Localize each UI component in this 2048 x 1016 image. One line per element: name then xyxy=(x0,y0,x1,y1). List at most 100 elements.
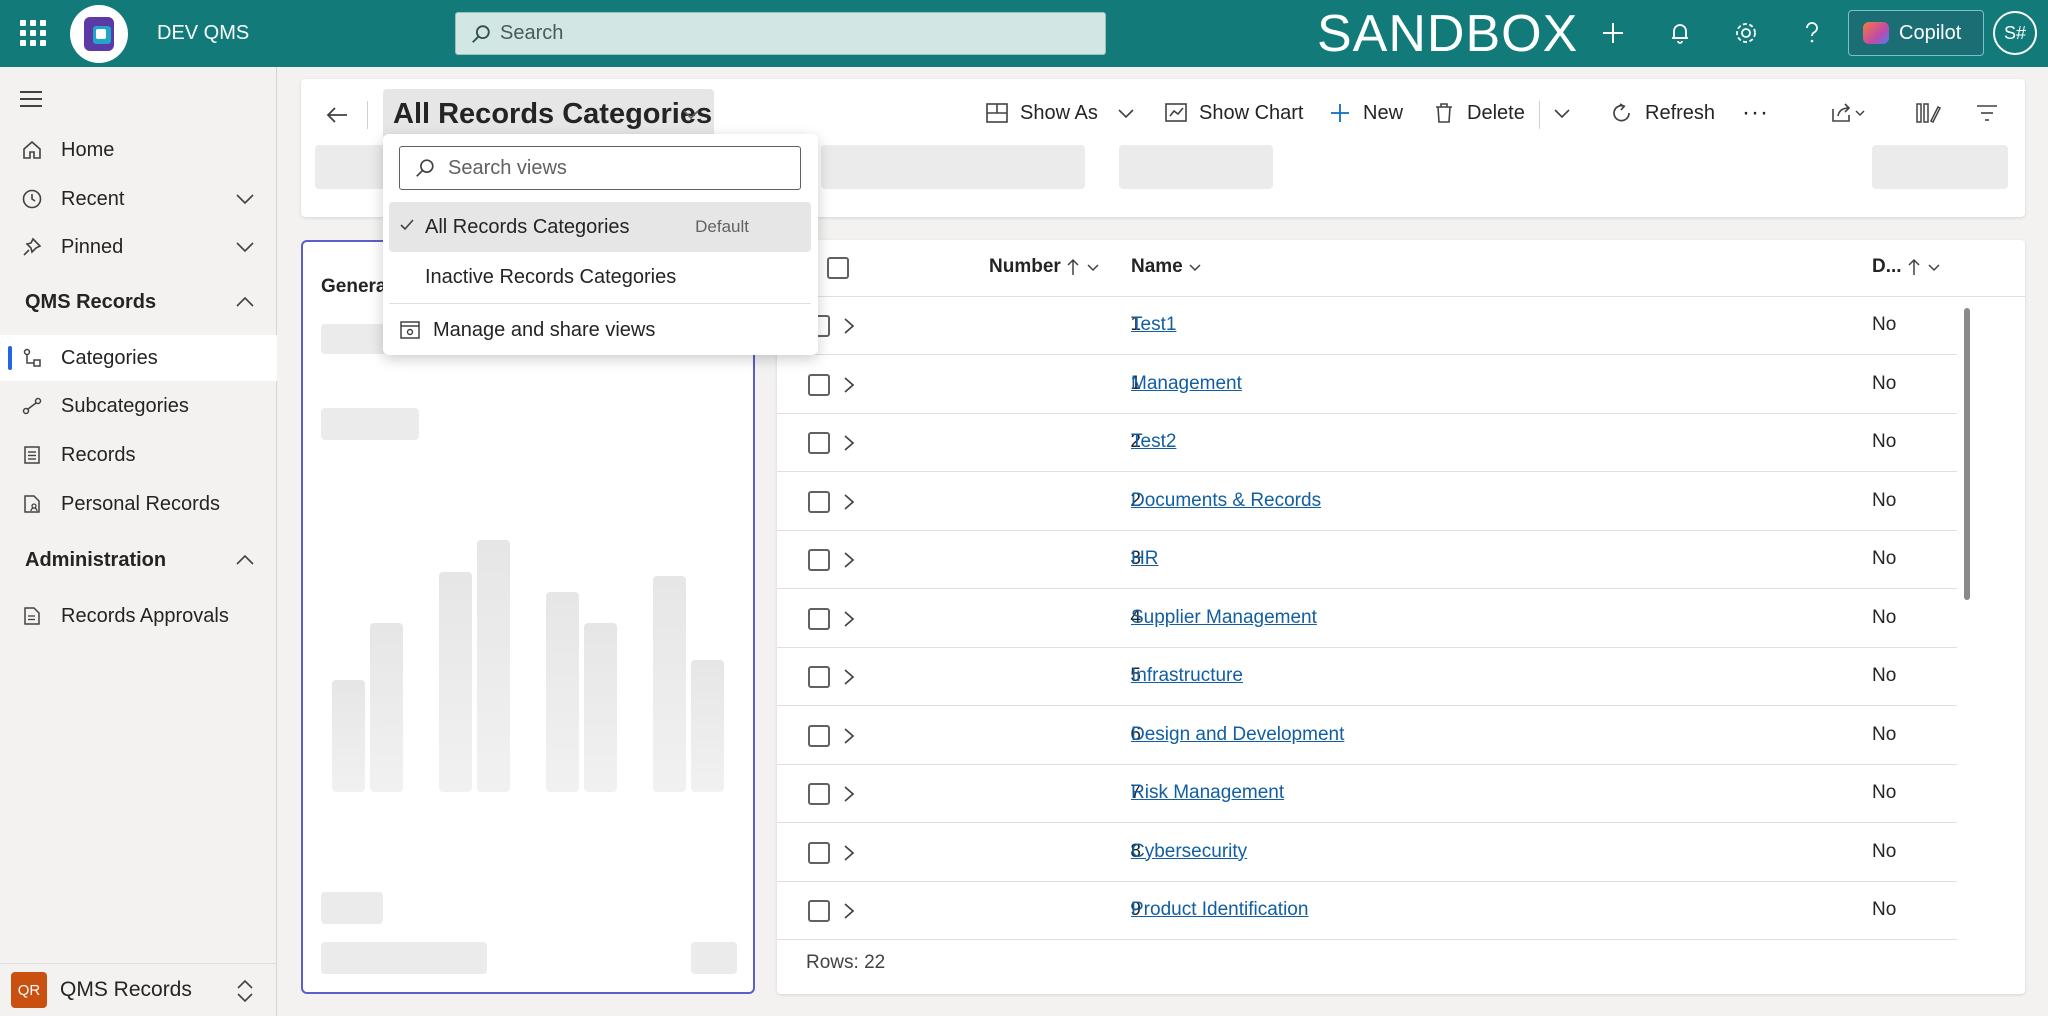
table-row[interactable]: 5 Infrastructure No xyxy=(777,648,1957,706)
chevron-right-icon[interactable] xyxy=(839,725,859,747)
sidebar-item-records-approvals[interactable]: Records Approvals xyxy=(0,593,277,639)
table-row[interactable]: 9 Product Identification No xyxy=(777,882,1957,940)
cell-name-link[interactable]: Infrastructure xyxy=(1131,665,1243,687)
table-row[interactable]: 4 Supplier Management No xyxy=(777,590,1957,648)
global-search-input[interactable]: Search xyxy=(455,12,1106,55)
vertical-scrollbar[interactable] xyxy=(1964,308,1970,600)
cell-name-link[interactable]: HR xyxy=(1131,548,1158,570)
chevron-right-icon[interactable] xyxy=(839,432,859,454)
chevron-right-icon[interactable] xyxy=(839,783,859,805)
chevron-right-icon[interactable] xyxy=(839,374,859,396)
hamburger-menu-icon[interactable] xyxy=(20,91,42,107)
section-header-administration[interactable]: Administration xyxy=(0,537,277,583)
cell-name-link[interactable]: Test2 xyxy=(1131,431,1176,453)
copilot-button[interactable]: Copilot xyxy=(1848,10,1984,56)
chevron-right-icon[interactable] xyxy=(839,900,859,922)
cell-name-link[interactable]: Cybersecurity xyxy=(1131,841,1247,863)
edit-columns-button[interactable] xyxy=(1915,93,1941,133)
row-checkbox[interactable] xyxy=(808,783,830,805)
new-button[interactable]: New xyxy=(1327,93,1403,133)
chevron-down-icon[interactable] xyxy=(233,235,257,259)
view-option-all-records-categories[interactable]: All Records Categories Default xyxy=(389,202,811,252)
sidebar-item-recent[interactable]: Recent xyxy=(0,176,277,222)
row-checkbox[interactable] xyxy=(808,549,830,571)
share-button[interactable] xyxy=(1830,93,1866,133)
table-row[interactable]: 7 Risk Management No xyxy=(777,765,1957,823)
app-logo[interactable] xyxy=(70,5,128,63)
view-option-inactive-records-categories[interactable]: Inactive Records Categories xyxy=(389,252,811,302)
cell-name-link[interactable]: Design and Development xyxy=(1131,724,1344,746)
table-row[interactable]: 1 Test1 No xyxy=(777,297,1957,355)
app-name[interactable]: DEV QMS xyxy=(157,22,249,45)
chevron-right-icon[interactable] xyxy=(839,491,859,513)
user-avatar[interactable]: S# xyxy=(1993,11,2037,55)
table-row[interactable]: 1 Management No xyxy=(777,356,1957,414)
chevron-right-icon[interactable] xyxy=(839,315,859,337)
cell-name-link[interactable]: Test1 xyxy=(1131,314,1176,336)
app-launcher-icon[interactable] xyxy=(20,20,46,46)
row-checkbox[interactable] xyxy=(808,607,830,630)
table-row[interactable]: 6 Design and Development No xyxy=(777,707,1957,765)
chevron-down-icon[interactable] xyxy=(233,187,257,211)
sidebar-item-pinned[interactable]: Pinned xyxy=(0,224,277,270)
manage-and-share-views-button[interactable]: Manage and share views xyxy=(399,310,655,350)
overflow-more-button[interactable]: ··· xyxy=(1742,93,1769,133)
refresh-button[interactable]: Refresh xyxy=(1609,93,1715,133)
notifications-bell-icon[interactable] xyxy=(1665,18,1695,48)
sidebar-item-personal-records[interactable]: Personal Records xyxy=(0,481,277,527)
sidebar-item-records[interactable]: Records xyxy=(0,432,277,478)
settings-gear-icon[interactable] xyxy=(1731,18,1761,48)
chevron-down-icon xyxy=(683,110,699,120)
new-label: New xyxy=(1363,101,1404,124)
area-switcher[interactable]: QR QMS Records xyxy=(0,963,277,1016)
chevron-up-icon[interactable] xyxy=(233,548,257,572)
table-row[interactable]: 2 Test2 No xyxy=(777,414,1957,472)
section-header-qms-records[interactable]: QMS Records xyxy=(0,279,277,325)
row-checkbox[interactable] xyxy=(808,724,830,747)
records-grid: Number Name D... 1 Test1 No 1 Management No 2 T… xyxy=(777,240,2025,994)
chevron-right-icon[interactable] xyxy=(839,842,859,864)
table-row[interactable]: 8 Cybersecurity No xyxy=(777,824,1957,882)
cell-name-link[interactable]: Supplier Management xyxy=(1131,607,1317,629)
cell-d: No xyxy=(1872,840,1897,862)
more-commands-dropdown[interactable] xyxy=(1551,93,1573,133)
cell-name-link[interactable]: Management xyxy=(1131,373,1242,395)
row-checkbox[interactable] xyxy=(808,900,830,922)
show-chart-button[interactable]: Show Chart xyxy=(1163,93,1304,133)
back-arrow-icon[interactable] xyxy=(323,101,351,129)
row-checkbox[interactable] xyxy=(808,373,830,396)
column-label: D... xyxy=(1872,256,1902,277)
table-row[interactable]: 3 HR No xyxy=(777,531,1957,589)
cell-name-link[interactable]: Documents & Records xyxy=(1131,490,1321,512)
column-header-number[interactable]: Number xyxy=(989,256,1101,278)
row-checkbox[interactable] xyxy=(808,666,830,688)
cell-name-link[interactable]: Product Identification xyxy=(1131,899,1308,921)
share-icon xyxy=(1832,103,1865,122)
chevron-right-icon[interactable] xyxy=(839,608,859,630)
select-all-checkbox[interactable] xyxy=(827,257,849,279)
sidebar-item-home[interactable]: Home xyxy=(0,127,277,173)
add-icon[interactable] xyxy=(1598,18,1628,48)
view-selector[interactable]: All Records Categories xyxy=(383,89,714,139)
chevron-right-icon[interactable] xyxy=(839,666,859,688)
chevron-up-icon[interactable] xyxy=(233,290,257,314)
refresh-icon xyxy=(1609,100,1635,126)
delete-button[interactable]: Delete xyxy=(1431,93,1525,133)
table-row[interactable]: 2 Documents & Records No xyxy=(777,473,1957,531)
column-header-d[interactable]: D... xyxy=(1872,256,1942,278)
column-header-name[interactable]: Name xyxy=(1131,256,1203,278)
cell-name-link[interactable]: Risk Management xyxy=(1131,782,1284,804)
help-icon[interactable] xyxy=(1797,18,1827,48)
show-as-button[interactable]: Show As xyxy=(984,93,1136,133)
search-views-input[interactable]: Search views xyxy=(399,146,801,190)
chart-bar-placeholder xyxy=(332,680,365,792)
hierarchy-icon xyxy=(20,346,44,370)
sidebar-item-subcategories[interactable]: Subcategories xyxy=(0,383,277,429)
row-checkbox[interactable] xyxy=(808,490,830,513)
loading-placeholder xyxy=(321,942,487,974)
row-checkbox[interactable] xyxy=(808,841,830,864)
filter-button[interactable] xyxy=(1975,93,1999,133)
sidebar-item-categories[interactable]: Categories xyxy=(0,335,277,381)
row-checkbox[interactable] xyxy=(808,432,830,454)
chevron-right-icon[interactable] xyxy=(839,549,859,571)
